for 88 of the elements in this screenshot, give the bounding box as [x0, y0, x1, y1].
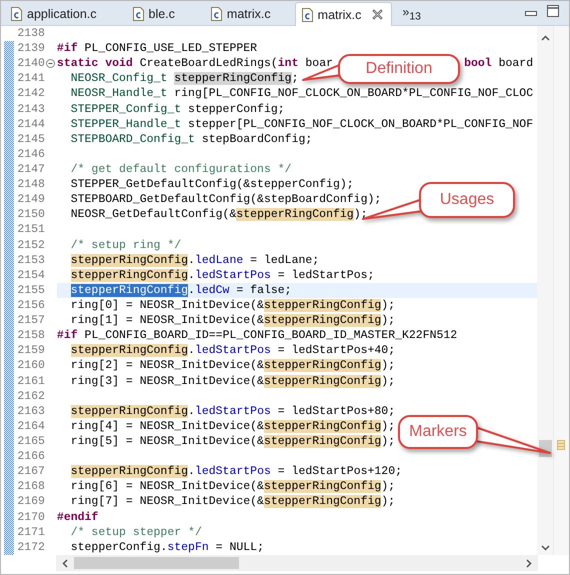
code-line: ring[6] = NEOSR_InitDevice(&stepperRingConfig); — [70, 480, 396, 494]
line-number: 2145 — [16, 132, 45, 147]
editor-tab[interactable]: ble.c — [126, 3, 189, 25]
line-number: 2163 — [16, 404, 45, 419]
file-icon — [11, 7, 22, 21]
line-number: 2160 — [16, 358, 45, 374]
line-number: 2164 — [16, 418, 45, 434]
line-number: 2162 — [16, 388, 45, 404]
line-number: 2148 — [16, 177, 45, 192]
scroll-right-icon[interactable] — [526, 558, 532, 568]
code-line: NEOSR_Config_t stepperRingConfig; — [70, 72, 298, 86]
line-number: 2165 — [16, 434, 45, 450]
vertical-scrollbar[interactable] — [537, 26, 554, 555]
line-number: 2158 — [16, 328, 45, 344]
line-number: 2172 — [16, 540, 45, 555]
line-number: 2140 — [16, 56, 45, 72]
line-number: 2154 — [16, 268, 45, 283]
editor-tab[interactable]: application.c — [5, 3, 110, 25]
code-line: #endif — [56, 510, 98, 524]
code-line: STEPBOARD_GetDefaultConfig(&stepBoardConfig); — [70, 193, 382, 206]
horizontal-scrollbar[interactable] — [56, 555, 538, 571]
code-line: /* setup ring */ — [70, 238, 182, 252]
line-number: 2155 — [16, 282, 45, 298]
code-line: STEPPER_GetDefaultConfig(&stepperConfig); — [70, 178, 354, 192]
occurrence-marker[interactable] — [557, 440, 566, 450]
line-number: 2153 — [16, 252, 45, 268]
line-number: 2156 — [16, 298, 45, 314]
code-line: stepperRingConfig.ledCw = false; — [70, 284, 292, 297]
minimize-icon[interactable] — [525, 11, 537, 17]
file-icon — [132, 7, 144, 21]
callout: Markers — [398, 415, 478, 449]
editor-tab[interactable]: matrix.c — [294, 2, 392, 26]
line-number: 2149 — [16, 192, 45, 208]
code-line: STEPPER_Handle_t stepper[PL_CONFIG_NOF_CLOCK_ON_BOARD*PL_CONFIG_NOF — [70, 118, 534, 131]
code-line: static void CreateBoardLedRings(int boar — [56, 57, 334, 70]
code-line: #if PL_CONFIG_BOARD_ID==PL_CONFIG_BOARD_ID_MASTER_K22FN512 — [56, 329, 458, 342]
code-fragment: bool board — [464, 56, 534, 72]
line-number: 2168 — [16, 479, 45, 494]
code-line: stepperConfig.stepFn = NULL; — [70, 540, 264, 554]
code-line: ring[5] = NEOSR_InitDevice(&stepperRingConfig); — [70, 434, 396, 448]
code-line: STEPBOARD_Config_t stepBoardConfig; — [70, 132, 312, 146]
file-icon — [302, 8, 313, 22]
line-number: 2138 — [16, 26, 45, 42]
code-line: stepperRingConfig.ledStartPos = ledStartPos+40; — [70, 344, 396, 358]
code-line: /* setup stepper */ — [70, 526, 202, 539]
line-number: 2151 — [16, 222, 45, 238]
line-number: 2157 — [16, 313, 45, 328]
code-line: NEOSR_GetDefaultConfig(&stepperRingConfig); — [70, 208, 368, 222]
line-number: 2167 — [16, 464, 45, 480]
line-number: 2166 — [16, 449, 45, 464]
line-number: 2150 — [16, 207, 45, 222]
close-icon[interactable] — [372, 9, 384, 20]
code-line: #if PL_CONFIG_USE_LED_STEPPER — [56, 42, 258, 56]
code-line: ring[7] = NEOSR_InitDevice(&stepperRingConfig); — [70, 495, 396, 508]
code-line: ring[3] = NEOSR_InitDevice(&stepperRingConfig); — [70, 374, 396, 388]
line-number: 2141 — [16, 71, 45, 86]
code-line: stepperRingConfig.ledStartPos = ledStartPos; — [70, 268, 374, 282]
code-line: stepperRingConfig.ledStartPos = ledStartPos+120; — [70, 465, 402, 478]
code-line: stepperRingConfig.ledStartPos = ledStartPos+80; — [70, 404, 396, 418]
code-line: ring[0] = NEOSR_InitDevice(&stepperRingConfig); — [70, 298, 396, 312]
more-tabs-button[interactable]: »$_{13}$ — [398, 3, 425, 25]
line-number: 2152 — [16, 238, 45, 253]
code-line: stepperRingConfig.ledLane = ledLane; — [70, 254, 320, 267]
line-number: 2159 — [16, 343, 45, 358]
line-number: 2170 — [16, 510, 45, 525]
collapse-icon[interactable] — [46, 59, 56, 68]
scroll-thumb[interactable] — [74, 557, 239, 569]
line-number: 2169 — [16, 494, 45, 510]
line-number: 2142 — [16, 86, 45, 102]
code-line: ring[1] = NEOSR_InitDevice(&stepperRingConfig); — [70, 314, 396, 328]
line-number: 2139 — [16, 41, 45, 56]
code-line: STEPPER_Config_t stepperConfig; — [70, 102, 285, 116]
code-line: ring[4] = NEOSR_InitDevice(&stepperRingConfig); — [70, 420, 396, 433]
line-number: 2171 — [16, 524, 45, 540]
line-number: 2144 — [16, 116, 45, 132]
file-icon — [210, 7, 222, 21]
code-line: /* get default configurations */ — [70, 162, 292, 176]
line-number: 2161 — [16, 374, 45, 389]
scroll-up-icon[interactable] — [540, 35, 550, 41]
line-number: 2147 — [16, 162, 45, 178]
code-line: NEOSR_Handle_t ring[PL_CONFIG_NOF_CLOCK_ON_BOARD*PL_CONFIG_NOF_CLOC — [70, 87, 534, 100]
code-line: ring[2] = NEOSR_InitDevice(&stepperRingConfig); — [70, 359, 396, 372]
line-number: 2146 — [16, 146, 45, 162]
scroll-down-icon[interactable] — [540, 545, 550, 551]
scroll-left-icon[interactable] — [62, 558, 68, 568]
line-number: 2143 — [16, 102, 45, 117]
editor-tab[interactable]: matrix.c — [204, 3, 285, 25]
maximize-icon[interactable] — [547, 5, 559, 17]
